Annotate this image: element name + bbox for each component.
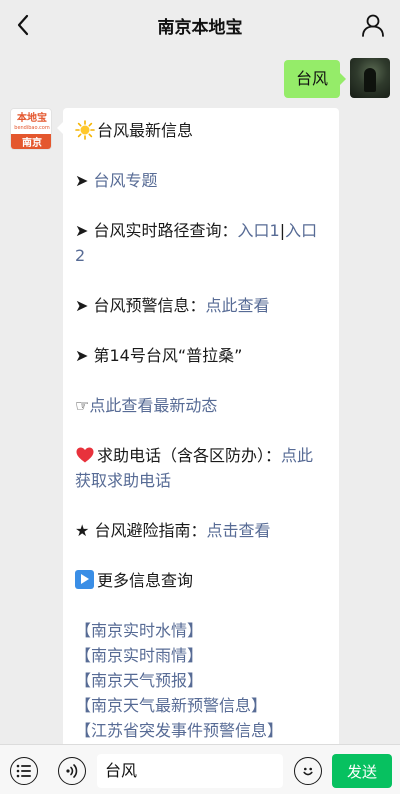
outgoing-bubble[interactable]: 台风 <box>283 60 347 98</box>
sun-icon <box>75 120 95 140</box>
help-label: 求助电话（含各区防办）： <box>97 446 282 465</box>
topic-link[interactable]: 台风专题 <box>94 171 158 190</box>
chat-area[interactable]: 台风 本地宝 bendibao.com 南京 台风最新信息 ➤ 台风专题 ➤ 台… <box>0 50 400 744</box>
voice-icon <box>66 764 78 778</box>
guide-link[interactable]: 点击查看 <box>206 521 270 540</box>
typhoon-name-text: 第14号台风“普拉桑” <box>93 346 243 365</box>
logo-domain: bendibao.com <box>14 124 50 131</box>
news-line: ☞点此查看最新动态 <box>75 393 327 418</box>
arrow-icon: ➤ <box>75 171 89 190</box>
heart-icon <box>76 447 94 463</box>
news-link[interactable]: 点此查看最新动态 <box>89 396 217 415</box>
chat-title: 南京本地宝 <box>157 17 243 38</box>
input-bar: 台风 发送 <box>0 744 400 794</box>
latest-info-text: 台风最新信息 <box>97 121 194 140</box>
person-icon <box>362 14 384 37</box>
star-icon: ★ <box>75 521 90 540</box>
more-info-text: 更多信息查询 <box>97 571 194 590</box>
more-link-water[interactable]: 【南京实时水情】 <box>75 618 327 643</box>
arrow-icon: ➤ <box>75 221 89 240</box>
top-bar: 南京本地宝 <box>0 0 400 50</box>
warning-link[interactable]: 点此查看 <box>206 296 270 315</box>
more-links-list: 【南京实时水情】 【南京实时雨情】 【南京天气预报】 【南京天气最新预警信息】 … <box>75 618 327 743</box>
latest-info-line: 台风最新信息 <box>75 118 327 143</box>
profile-button[interactable] <box>360 12 386 38</box>
arrow-icon: ➤ <box>75 296 89 315</box>
logo-city: 南京 <box>11 134 51 149</box>
back-button[interactable] <box>8 10 38 40</box>
typhoon-name-line: ➤ 第14号台风“普拉桑” <box>75 343 327 368</box>
user-avatar[interactable] <box>350 58 390 98</box>
more-link-forecast[interactable]: 【南京天气预报】 <box>75 668 327 693</box>
list-menu-icon <box>16 764 31 778</box>
route-line: ➤ 台风实时路径查询：入口1|入口2 <box>75 218 327 268</box>
emoji-button[interactable] <box>294 757 322 785</box>
warning-label: 台风预警信息： <box>93 296 206 315</box>
chevron-left-icon <box>17 14 29 36</box>
guide-line: ★ 台风避险指南：点击查看 <box>75 518 327 543</box>
account-avatar[interactable]: 本地宝 bendibao.com 南京 <box>10 108 52 150</box>
incoming-bubble: 台风最新信息 ➤ 台风专题 ➤ 台风实时路径查询：入口1|入口2 ➤ 台风预警信… <box>57 108 339 744</box>
send-button[interactable]: 发送 <box>332 754 392 788</box>
more-link-jiangsu-alert[interactable]: 【江苏省突发事件预警信息】 <box>75 718 327 743</box>
emoji-icon <box>303 767 313 776</box>
voice-button[interactable] <box>58 757 86 785</box>
play-icon <box>75 570 94 589</box>
arrow-icon: ➤ <box>75 346 89 365</box>
menu-button[interactable] <box>10 757 38 785</box>
more-link-weather-alert[interactable]: 【南京天气最新预警信息】 <box>75 693 327 718</box>
more-link-rain[interactable]: 【南京实时雨情】 <box>75 643 327 668</box>
more-info-line: 更多信息查询 <box>75 568 327 593</box>
outgoing-message-row: 台风 <box>283 58 390 98</box>
help-line: 求助电话（含各区防办）：点此获取求助电话 <box>75 443 327 493</box>
pointer-icon: ☞ <box>75 396 90 415</box>
guide-label: 台风避险指南： <box>94 521 207 540</box>
warning-line: ➤ 台风预警信息：点此查看 <box>75 293 327 318</box>
route-link-1[interactable]: 入口1 <box>238 221 280 240</box>
route-label: 台风实时路径查询： <box>93 221 238 240</box>
logo-text: 本地宝 <box>17 112 47 124</box>
message-input[interactable]: 台风 <box>97 754 283 788</box>
topic-line: ➤ 台风专题 <box>75 168 327 193</box>
